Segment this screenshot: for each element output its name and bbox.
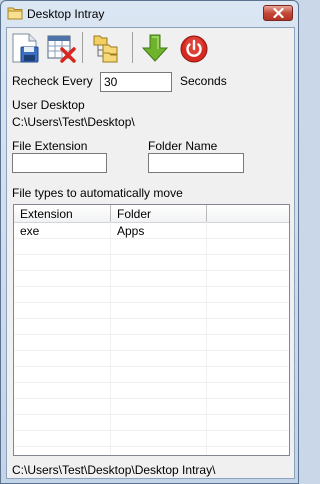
user-desktop-path: C:\Users\Test\Desktop\ [12, 115, 135, 129]
power-icon [180, 35, 208, 63]
folder-name-label: Folder Name [148, 139, 218, 153]
empty-row [14, 335, 289, 351]
empty-row [14, 239, 289, 255]
status-path: C:\Users\Test\Desktop\Desktop Intray\ [12, 463, 216, 477]
client-area: Recheck Every Seconds User Desktop C:\Us… [6, 27, 295, 479]
table-row[interactable]: exe Apps [14, 223, 289, 239]
delete-icon [47, 35, 76, 63]
empty-row [14, 351, 289, 367]
exit-button[interactable] [178, 32, 210, 64]
window-title: Desktop Intray [27, 7, 105, 21]
empty-row [14, 271, 289, 287]
folder-tree-icon [93, 35, 118, 63]
file-extension-label: File Extension [12, 139, 88, 153]
move-button[interactable] [139, 32, 171, 64]
column-header-extension[interactable]: Extension [14, 205, 111, 222]
empty-row [14, 319, 289, 335]
seconds-label: Seconds [180, 74, 227, 88]
save-icon [12, 33, 39, 63]
empty-row [14, 399, 289, 415]
title-bar[interactable]: Desktop Intray [1, 1, 298, 27]
list-header: Extension Folder [14, 205, 289, 223]
cell-folder: Apps [117, 224, 145, 238]
folders-button[interactable] [91, 32, 123, 64]
user-desktop-label: User Desktop [12, 98, 85, 112]
file-types-label: File types to automatically move [12, 186, 183, 200]
cell-extension: exe [20, 224, 40, 238]
app-window: Desktop Intray Recheck Every 30 Seconds … [0, 0, 299, 484]
close-icon [273, 8, 284, 18]
empty-row [14, 383, 289, 399]
column-header-filler [207, 205, 289, 222]
recheck-label: Recheck Every [12, 74, 93, 88]
empty-row [14, 415, 289, 431]
save-button[interactable] [9, 32, 41, 64]
file-extension-input[interactable] [12, 153, 107, 173]
close-button[interactable] [263, 5, 293, 21]
empty-row [14, 367, 289, 383]
empty-row [14, 255, 289, 271]
empty-row [14, 431, 289, 447]
folder-name-input[interactable] [148, 153, 244, 173]
file-types-list[interactable]: Extension Folder exe Apps [13, 204, 290, 456]
column-header-folder[interactable]: Folder [111, 205, 207, 222]
recheck-interval-input[interactable] [100, 72, 172, 92]
delete-button[interactable] [45, 32, 77, 64]
toolbar-separator [132, 32, 133, 63]
folder-icon [7, 7, 23, 20]
move-down-icon [141, 34, 169, 62]
empty-row [14, 303, 289, 319]
empty-row [14, 287, 289, 303]
toolbar-separator [82, 32, 83, 63]
